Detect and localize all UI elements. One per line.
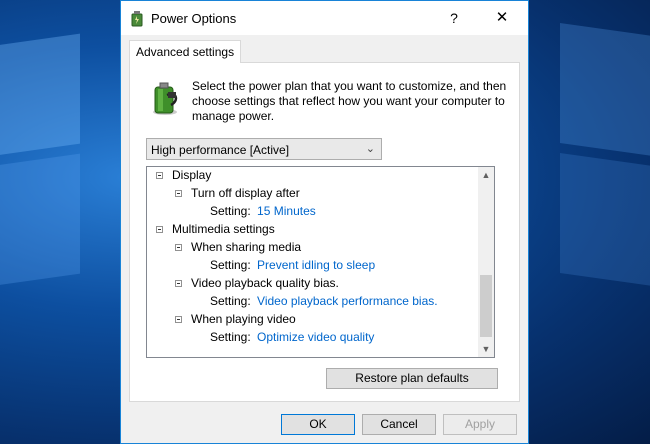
setting-row[interactable]: Setting: Optimize video quality (210, 329, 374, 345)
collapse-icon[interactable] (175, 190, 182, 197)
tab-advanced-settings[interactable]: Advanced settings (129, 40, 242, 63)
tree-item-label: When sharing media (191, 240, 302, 254)
scroll-down-icon[interactable]: ▼ (478, 341, 494, 357)
tree-item-display[interactable]: Display (155, 167, 211, 183)
ok-button[interactable]: OK (281, 414, 355, 435)
vertical-scrollbar[interactable]: ▲ ▼ (478, 167, 494, 357)
battery-plug-icon (153, 82, 178, 115)
setting-value-link[interactable]: 15 Minutes (257, 204, 316, 218)
tree-item-multimedia[interactable]: Multimedia settings (155, 221, 275, 237)
collapse-icon[interactable] (175, 280, 182, 287)
apply-button[interactable]: Apply (443, 414, 517, 435)
window-title: Power Options (151, 11, 237, 26)
tree-item-label: Turn off display after (191, 186, 300, 200)
setting-label: Setting: (210, 258, 251, 272)
help-button[interactable]: ? (442, 7, 466, 29)
tree-item-playing-video[interactable]: When playing video (174, 311, 296, 327)
description-text: Select the power plan that you want to c… (192, 79, 507, 123)
restore-plan-defaults-button[interactable]: Restore plan defaults (326, 368, 498, 389)
window-light-pane (560, 22, 650, 158)
window-light-pane (0, 33, 80, 157)
plan-select[interactable]: High performance [Active] ⌄ (146, 138, 382, 160)
tree-item-label: Multimedia settings (172, 222, 275, 236)
setting-row[interactable]: Setting: 15 Minutes (210, 203, 316, 219)
title-bar[interactable]: Power Options ? ✕ (121, 1, 528, 35)
setting-value-link[interactable]: Prevent idling to sleep (257, 258, 375, 272)
window-light-pane (560, 152, 650, 288)
collapse-icon[interactable] (175, 244, 182, 251)
setting-label: Setting: (210, 204, 251, 218)
cancel-button[interactable]: Cancel (362, 414, 436, 435)
settings-tree[interactable]: Display Turn off display after Setting: … (146, 166, 495, 358)
setting-label: Setting: (210, 294, 251, 308)
setting-value-link[interactable]: Optimize video quality (257, 330, 374, 344)
tree-item-label: When playing video (191, 312, 296, 326)
setting-row[interactable]: Setting: Video playback performance bias… (210, 293, 438, 309)
chevron-down-icon: ⌄ (365, 143, 375, 155)
scroll-up-icon[interactable]: ▲ (478, 167, 494, 183)
plan-select-value: High performance [Active] (151, 143, 290, 157)
tree-item-label: Display (172, 168, 212, 182)
setting-row[interactable]: Setting: Prevent idling to sleep (210, 257, 375, 273)
setting-label: Setting: (210, 330, 251, 344)
scrollbar-thumb[interactable] (480, 275, 492, 337)
tree-item-label: Video playback quality bias. (191, 276, 339, 290)
tree-item-sharing-media[interactable]: When sharing media (174, 239, 301, 255)
tree-item-turn-off-display[interactable]: Turn off display after (174, 185, 300, 201)
power-options-dialog: Power Options ? ✕ Advanced settings Sele… (120, 0, 529, 444)
tree-item-playback-bias[interactable]: Video playback quality bias. (174, 275, 339, 291)
setting-value-link[interactable]: Video playback performance bias. (257, 294, 438, 308)
window-light-pane (0, 153, 80, 287)
power-options-icon (131, 11, 143, 27)
collapse-icon[interactable] (156, 172, 163, 179)
collapse-icon[interactable] (156, 226, 163, 233)
collapse-icon[interactable] (175, 316, 182, 323)
close-button[interactable]: ✕ (484, 7, 520, 29)
